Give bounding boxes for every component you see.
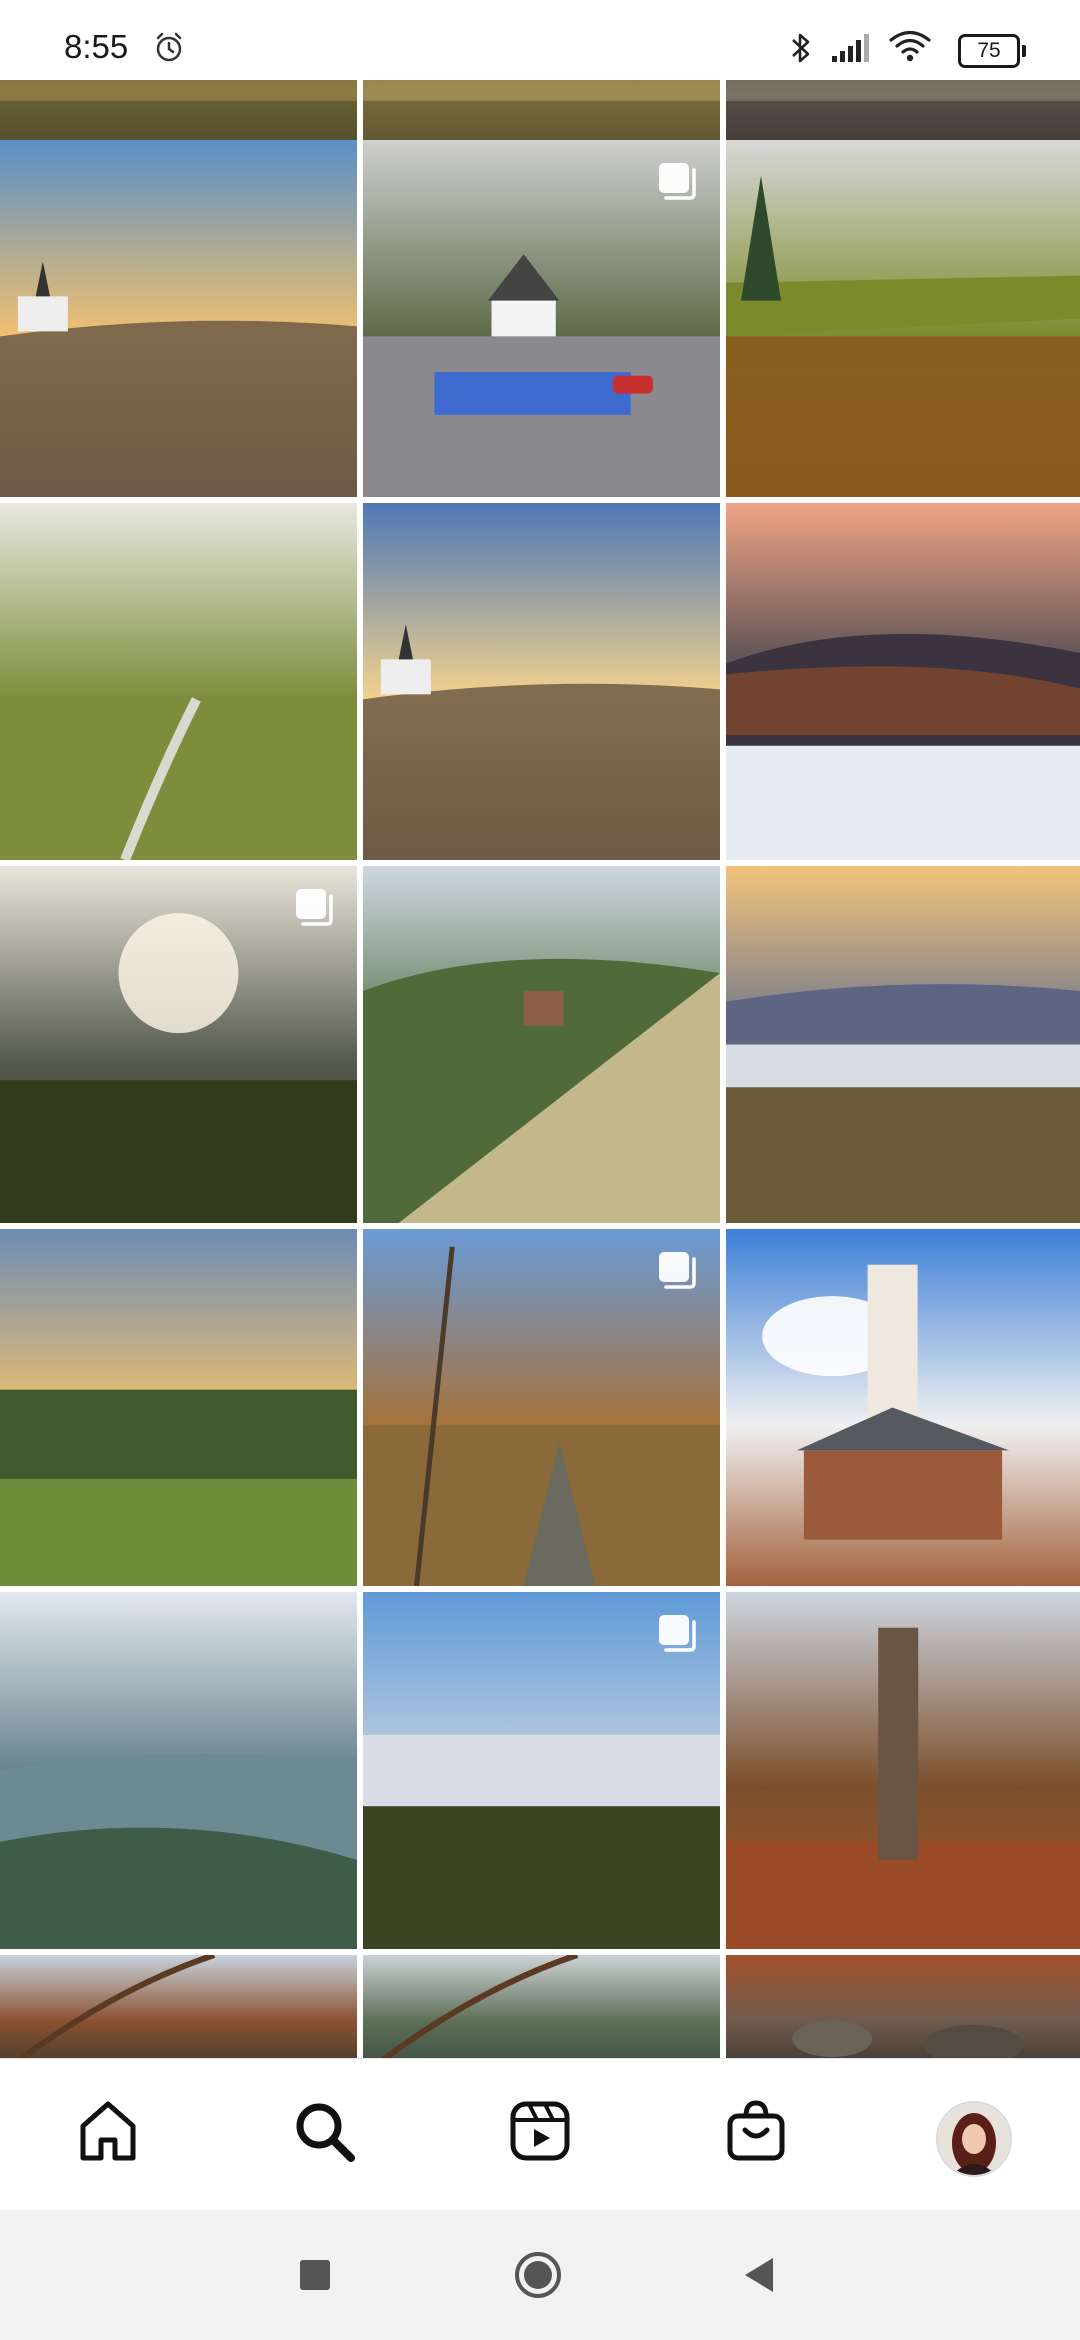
photo-town-fog[interactable] [726, 866, 1080, 1223]
photo-sea-of-clouds[interactable] [363, 1592, 720, 1949]
recents-button[interactable] [290, 2250, 340, 2300]
photo-town-panorama[interactable] [0, 1229, 357, 1586]
profile-avatar[interactable] [936, 2101, 1012, 2177]
reels-icon [510, 2101, 570, 2161]
shop-tab[interactable] [716, 2091, 796, 2171]
reels-tab[interactable] [500, 2091, 580, 2171]
photo-mountain-ridges[interactable] [0, 1592, 357, 1949]
multiple-photos-icon [656, 1249, 700, 1293]
photo-forest-lake[interactable] [726, 140, 1080, 497]
recents-icon [300, 2260, 330, 2290]
explore-photo-grid[interactable] [0, 80, 1080, 2058]
photo-bottom-partial-2[interactable] [363, 1955, 720, 2058]
photo-bottom-partial-1[interactable] [0, 1955, 357, 2058]
photo-sunrise-valley[interactable] [0, 866, 357, 1223]
photo-misty-hills-pink[interactable] [726, 503, 1080, 860]
status-bar: 8:55 75 [0, 0, 1080, 80]
bottom-navigation [0, 2058, 1080, 2211]
battery-icon: 75 [958, 34, 1026, 68]
wifi-icon [889, 30, 931, 62]
photo-village-parking[interactable] [363, 140, 720, 497]
photo-bottom-partial-3[interactable] [726, 1955, 1080, 2058]
alarm-icon [152, 30, 186, 69]
home-icon [80, 2101, 136, 2161]
multiple-photos-icon [293, 886, 337, 930]
photo-forest-path-tower[interactable] [363, 1229, 720, 1586]
system-navigation-bar [0, 2210, 1080, 2340]
photo-mountain-hut[interactable] [363, 866, 720, 1223]
photo-church-meadow-2[interactable] [363, 503, 720, 860]
home-circle-icon [515, 2252, 561, 2298]
photo-church-meadow[interactable] [0, 140, 357, 497]
back-icon [745, 2258, 773, 2292]
home-system-button[interactable] [513, 2250, 563, 2300]
back-button[interactable] [735, 2250, 785, 2300]
multiple-photos-icon [656, 160, 700, 204]
bluetooth-icon [792, 33, 810, 63]
photo-autumn-tower[interactable] [726, 1592, 1080, 1949]
shop-icon [727, 2100, 785, 2161]
search-tab[interactable] [284, 2091, 364, 2171]
signal-icon [832, 34, 869, 62]
multiple-photos-icon [656, 1612, 700, 1656]
search-icon [296, 2103, 355, 2162]
status-time: 8:55 [64, 28, 129, 65]
photo-stone-lookout-tower[interactable] [726, 1229, 1080, 1586]
home-tab[interactable] [68, 2091, 148, 2171]
status-icons: 75 [760, 26, 1080, 68]
photo-field-path[interactable] [0, 503, 357, 860]
